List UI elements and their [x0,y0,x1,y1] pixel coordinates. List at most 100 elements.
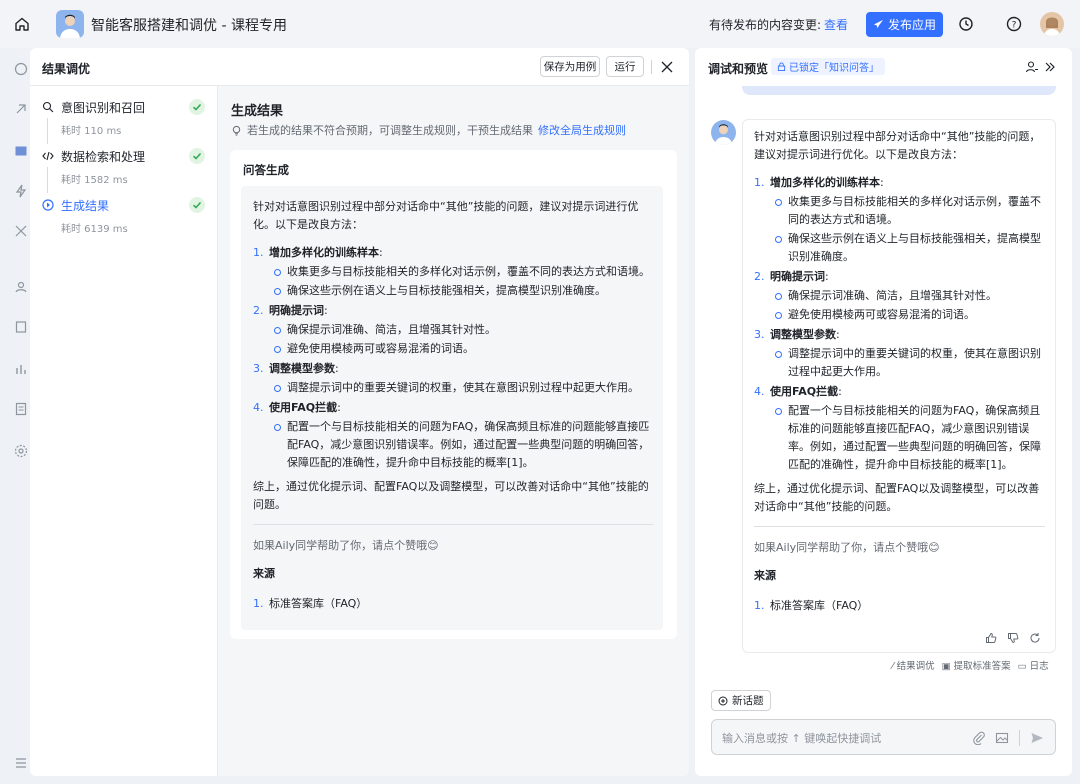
answer-list: 1. 增加多样化的训练样本: 收集更多与目标技能相关的多样化对话示例，覆盖不同的表… [253,244,653,472]
user-avatar[interactable] [1040,12,1064,36]
message-input[interactable] [722,729,962,747]
log-tool[interactable]: ▭ 日志 [1018,658,1049,672]
home-icon[interactable] [14,16,30,32]
sub-item: 配置一个与目标技能相关的问题为FAQ，确保高频且标准的问题能够直接匹配FAQ，减… [269,418,653,472]
step-intent-recognition[interactable]: 意图识别和召回 耗时 110 ms [42,98,212,144]
answer-intro: 针对对话意图识别过程中部分对话命中“其他”技能的问题，建议对提示词进行优化。以下… [754,130,1041,161]
publish-button[interactable]: 发布应用 [866,12,943,37]
send-icon[interactable] [1030,731,1044,745]
step-data-retrieval[interactable]: 数据检索和处理 耗时 1582 ms [42,147,212,193]
answer-body: 针对对话意图识别过程中部分对话命中“其他”技能的问题，建议对提示词进行优化。以下… [241,186,663,630]
qa-generation-title: 问答生成 [243,163,289,177]
result-tuning-title: 结果调优 [42,62,91,76]
help-icon[interactable]: ? [1006,16,1022,32]
input-divider [1019,730,1020,746]
debug-preview-title: 调试和预览 [708,62,769,76]
step-label: 生成结果 [61,199,110,213]
feedback-text: 如果Aily同学帮助了你，请点个赞哦😊 [253,539,439,552]
debug-preview-panel: 调试和预览 已锁定「知识问答」 针对对话意图识别过程中部分对话命中“其他”技能的… [695,48,1072,776]
source-item[interactable]: 1. 标准答案库（FAQ） [754,597,1045,615]
book-icon[interactable] [14,144,28,158]
refresh-icon[interactable] [1029,632,1041,644]
item-number: 4. [754,385,765,398]
step-connector [47,118,48,144]
thumbs-up-icon[interactable] [985,632,997,644]
tools-icon[interactable] [14,224,28,238]
source-label: 标准答案库（FAQ） [770,599,869,612]
save-as-case-button[interactable]: 保存为用例 [540,56,600,77]
settings-icon[interactable] [14,444,28,458]
chat-icon[interactable] [14,62,28,76]
sub-item: 调整提示词中的重要关键词的权重，使其在意图识别过程中起更大作用。 [269,379,653,397]
answer-item: 1. 增加多样化的训练样本: 收集更多与目标技能相关的多样化对话示例，覆盖不同的表… [253,244,653,300]
thumbs-down-icon[interactable] [1007,632,1019,644]
document-icon[interactable] [14,402,28,416]
modify-generation-rules-link[interactable]: 修改全局生成规则 [538,122,626,138]
check-icon [189,148,205,164]
view-changes-link[interactable]: 查看 [824,16,848,33]
item-number: 4. [253,401,264,414]
collapse-icon[interactable] [1043,60,1057,74]
bar-chart-icon[interactable] [14,362,28,376]
source-heading: 来源 [754,569,776,582]
step-connector [47,167,48,193]
answer-item: 4. 使用FAQ拦截: 配置一个与目标技能相关的问题为FAQ，确保高频且标准的问题… [253,399,653,472]
building-icon[interactable] [14,320,28,334]
link-icon[interactable] [14,102,28,116]
user-settings-icon[interactable] [1025,60,1039,74]
answer-summary: 综上，通过优化提示词、配置FAQ以及调整模型，可以改善对话命中“其他”技能的问题… [253,480,649,511]
source-label: 标准答案库（FAQ） [269,597,368,610]
feedback-text: 如果Aily同学帮助了你，请点个赞哦😊 [754,541,940,554]
lock-badge: 已锁定「知识问答」 [771,58,885,75]
item-title: 增加多样化的训练样本 [770,176,880,189]
step-label: 意图识别和召回 [61,101,146,115]
app-avatar [56,10,84,38]
new-topic-button[interactable]: 新话题 [711,690,771,711]
top-bar: 智能客服搭建和调优 - 课程专用 有待发布的内容变更: 查看 发布应用 ? [0,0,1080,48]
lightning-icon[interactable] [14,184,28,198]
item-title: 调整模型参数 [770,328,836,341]
item-number: 3. [253,362,264,375]
new-topic-icon [718,696,728,706]
bot-message: 针对对话意图识别过程中部分对话命中“其他”技能的问题，建议对提示词进行优化。以下… [742,119,1056,653]
new-topic-label: 新话题 [732,695,764,707]
result-tuning-tool[interactable]: ⁄ 结果调优 [892,658,935,672]
item-title: 使用FAQ拦截 [770,385,839,398]
generate-icon [42,199,54,211]
run-button[interactable]: 运行 [606,56,644,77]
result-tip-text: 若生成的结果不符合预期，可调整生成规则，干预生成结果 [247,124,533,137]
answer-item: 2. 明确提示词: 确保提示词准确、简洁，且增强其针对性。 避免使用模棱两可或容易混… [253,302,653,358]
step-time: 耗时 110 ms [61,126,122,137]
users-icon[interactable] [14,280,28,294]
step-list: 意图识别和召回 耗时 110 ms 数据检索和处理 耗时 1582 ms 生成结… [30,86,218,776]
divider [253,524,653,525]
source-list: 1. 标准答案库（FAQ） [754,597,1045,615]
step-generate-result[interactable]: 生成结果 耗时 6139 ms [42,196,212,236]
result-tuning-panel: 结果调优 保存为用例 运行 意图识别和召回 耗时 110 ms 数据检索和处理 … [30,48,689,776]
history-icon[interactable] [958,16,974,32]
publish-button-label: 发布应用 [887,18,936,32]
source-heading: 来源 [253,567,275,580]
attach-icon[interactable] [972,731,986,745]
bulb-icon [231,125,242,136]
answer-item: 3. 调整模型参数: 调整提示词中的重要关键词的权重，使其在意图识别过程中起更大作… [754,326,1045,381]
item-number: 1. [754,176,765,189]
source-list: 1. 标准答案库（FAQ） [253,595,653,613]
item-title: 明确提示词 [269,304,324,317]
generated-result-title: 生成结果 [231,104,284,119]
lock-icon [777,62,786,71]
tool-label: 提取标准答案 [953,661,1011,672]
item-title: 使用FAQ拦截 [269,401,338,414]
extract-answer-tool[interactable]: ▣ 提取标准答案 [942,658,1011,672]
source-item[interactable]: 1. 标准答案库（FAQ） [253,595,653,613]
pending-changes-text: 有待发布的内容变更: [709,18,822,32]
tool-label: 结果调优 [896,661,935,672]
message-input-box [711,719,1056,755]
close-icon[interactable] [660,60,674,74]
image-icon[interactable] [995,731,1009,745]
rocket-icon [873,19,884,30]
step-label: 数据检索和处理 [61,150,146,164]
menu-collapse-icon[interactable] [14,756,28,770]
app-title: 智能客服搭建和调优 - 课程专用 [91,18,287,34]
answer-summary: 综上，通过优化提示词、配置FAQ以及调整模型，可以改善对话命中“其他”技能的问题… [754,482,1040,513]
